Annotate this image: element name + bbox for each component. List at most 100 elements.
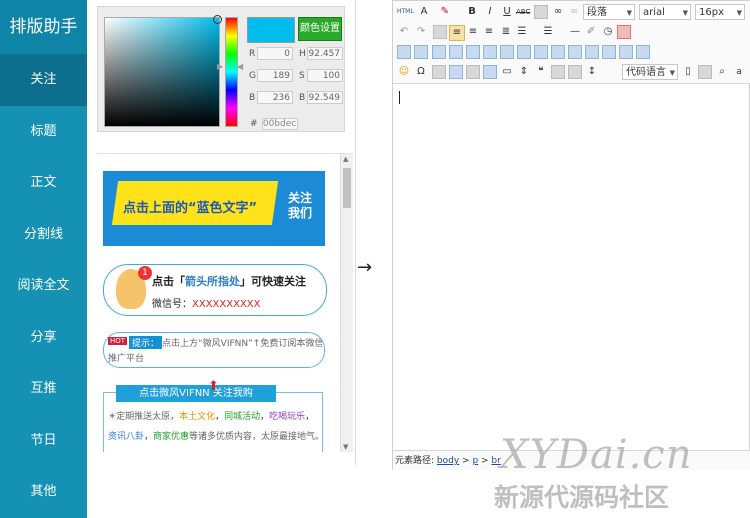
sidebar-item-body[interactable]: 正文 (0, 157, 87, 209)
hex-field[interactable]: #00bdec (250, 118, 298, 130)
font-size-select[interactable]: 16px ▼ (695, 4, 745, 20)
split-rows-icon[interactable] (602, 45, 616, 59)
unordered-list-icon[interactable]: ☰ (541, 25, 555, 39)
align-left-icon[interactable]: ≡ (449, 25, 465, 41)
merge-right-icon[interactable] (551, 45, 565, 59)
preview-icon[interactable] (551, 65, 565, 79)
sidebar-item-share[interactable]: 分享 (0, 312, 87, 364)
sidebar-item-follow[interactable]: 关注 (0, 54, 87, 106)
underline-icon[interactable]: U (500, 5, 514, 19)
insert-col-before-icon[interactable] (483, 45, 497, 59)
hint-text-2: 推广平台 (108, 354, 145, 364)
time-icon[interactable]: ◷ (601, 25, 615, 39)
picker-handle[interactable] (213, 15, 222, 24)
align-right-icon[interactable]: ≡ (482, 25, 496, 39)
template-follow-box[interactable]: 点击微风VIFNN 关注我购 ⬆ ☀定期推送太原，本土文化，同城活动，吃喝玩乐，… (103, 379, 325, 452)
color-field-brightness[interactable]: B 92.549 (299, 91, 343, 104)
attachment-icon[interactable] (483, 65, 497, 79)
word-count-icon[interactable]: a (732, 65, 746, 79)
spacing-icon[interactable]: ⇕ (517, 65, 531, 79)
delete-col-icon[interactable] (517, 45, 531, 59)
path-body-link[interactable]: body (437, 456, 459, 466)
scroll-up-icon[interactable]: ▲ (343, 155, 348, 163)
color-field-b[interactable]: B 236 (249, 91, 293, 104)
sidebar-item-holiday[interactable]: 节日 (0, 415, 87, 467)
insert-col-after-icon[interactable] (500, 45, 514, 59)
image-icon[interactable] (449, 65, 463, 79)
insert-row-after-icon[interactable] (449, 45, 463, 59)
video-icon[interactable] (466, 65, 480, 79)
color-field-s[interactable]: S 100 (299, 69, 343, 82)
table-props-icon[interactable] (414, 45, 428, 59)
insert-table-icon[interactable] (397, 45, 411, 59)
date-icon[interactable] (617, 25, 631, 39)
anchor-icon[interactable] (432, 65, 446, 79)
page-break-icon[interactable] (568, 65, 582, 79)
scroll-thumb[interactable] (343, 168, 351, 208)
follow-box-line1: ☀定期推送太原，本土文化，同城活动，吃喝玩乐， (108, 412, 315, 422)
redo-icon[interactable]: ↷ (414, 25, 428, 39)
print-icon[interactable] (698, 65, 712, 79)
hot-badge: HOT (108, 337, 128, 345)
insert-row-before-icon[interactable] (432, 45, 446, 59)
image-float-icon[interactable]: ▭ (500, 65, 514, 79)
color-set-button[interactable]: 颜色设置 (298, 17, 342, 41)
bold-icon[interactable]: B (465, 5, 479, 19)
wechat-id: 微信号：XXXXXXXXXX (152, 299, 261, 310)
sidebar-item-divider[interactable]: 分割线 (0, 209, 87, 261)
blockquote-icon[interactable]: ❝ (534, 65, 548, 79)
template-scrollbar[interactable]: ▲ ▼ (340, 154, 353, 452)
strikethrough-icon[interactable]: ABC (516, 5, 530, 19)
saturation-picker[interactable] (104, 15, 222, 127)
hue-slider[interactable] (225, 17, 238, 127)
template-follow-tip[interactable]: 1 点击「箭头所指处」可快速关注 微信号：XXXXXXXXXX (103, 264, 327, 316)
follow-box-line2: 资讯八卦，商家优惠等诸多优质内容，太原最接地气。 (108, 432, 325, 442)
sidebar-item-cross-promo[interactable]: 互推 (0, 363, 87, 415)
paragraph-select[interactable]: 段落 ▼ (583, 4, 635, 20)
sidebar-item-read-more[interactable]: 阅读全文 (0, 260, 87, 312)
horizontal-rule-icon[interactable]: — (568, 25, 582, 39)
hue-arrow-right-icon: ◀ (237, 62, 244, 71)
sidebar-item-title[interactable]: 标题 (0, 106, 87, 158)
chevron-down-icon: ▼ (626, 9, 632, 17)
eraser-icon[interactable]: ✐ (584, 25, 598, 39)
color-picker: ▶ ◀ 颜色设置 R0 H 92.457 G 189 S 100 B 236 B 92.5… (97, 6, 345, 132)
unlink-icon[interactable]: ∞ (567, 5, 581, 19)
scroll-down-icon[interactable]: ▼ (343, 443, 348, 451)
color-field-r[interactable]: R0 (249, 47, 293, 60)
ordered-list-icon[interactable]: ☰ (515, 25, 529, 39)
link-icon[interactable]: ∞ (551, 5, 565, 19)
banner-follow: 关注我们 (287, 191, 312, 220)
sidebar-item-other[interactable]: 其他 (0, 466, 87, 518)
format-box-icon[interactable] (534, 5, 548, 19)
color-field-g[interactable]: G 189 (249, 69, 293, 82)
up-arrow-icon: ⬆ (208, 379, 219, 394)
special-char-icon[interactable]: Ω (414, 65, 428, 79)
font-family-select[interactable]: arial ▼ (639, 4, 691, 20)
align-center-icon[interactable]: ≡ (466, 25, 480, 39)
template-hint-tip[interactable]: HOT 提示： 点击上方“微风VIFNN”↑免费订阅本微信 推广平台 (103, 332, 325, 368)
font-color-icon[interactable]: A (417, 5, 431, 19)
format-painter-icon[interactable] (433, 25, 447, 39)
rich-text-editor: HTML A ✎ B I U ABC ∞ ∞ 段落 ▼ arial ▼ 16px ▼ … (392, 0, 750, 470)
color-field-h[interactable]: H 92.457 (299, 47, 343, 60)
new-doc-icon[interactable]: ▯ (681, 65, 695, 79)
delete-row-icon[interactable] (466, 45, 480, 59)
italic-icon[interactable]: I (483, 5, 497, 19)
search-icon[interactable]: ⌕ (715, 65, 729, 79)
html-source-icon[interactable]: HTML (397, 5, 414, 19)
template-banner[interactable]: 点击上面的“蓝色文字” 关注我们 (103, 171, 325, 246)
split-cols-icon[interactable] (619, 45, 633, 59)
delete-table-icon[interactable] (636, 45, 650, 59)
merge-down-icon[interactable] (568, 45, 582, 59)
align-justify-icon[interactable]: ≣ (499, 25, 513, 39)
hue-arrow-left-icon: ▶ (217, 62, 224, 71)
merge-cells-icon[interactable] (534, 45, 548, 59)
split-cells-icon[interactable] (585, 45, 599, 59)
code-language-select[interactable]: 代码语言 ▼ (622, 64, 678, 80)
template-panel: ▶ ◀ 颜色设置 R0 H 92.457 G 189 S 100 B 236 B 92.5… (87, 0, 356, 465)
emoticon-icon[interactable]: ☺ (397, 65, 411, 79)
undo-icon[interactable]: ↶ (397, 25, 411, 39)
line-height-icon[interactable]: ↕ (585, 65, 599, 79)
highlight-icon[interactable]: ✎ (438, 5, 452, 19)
